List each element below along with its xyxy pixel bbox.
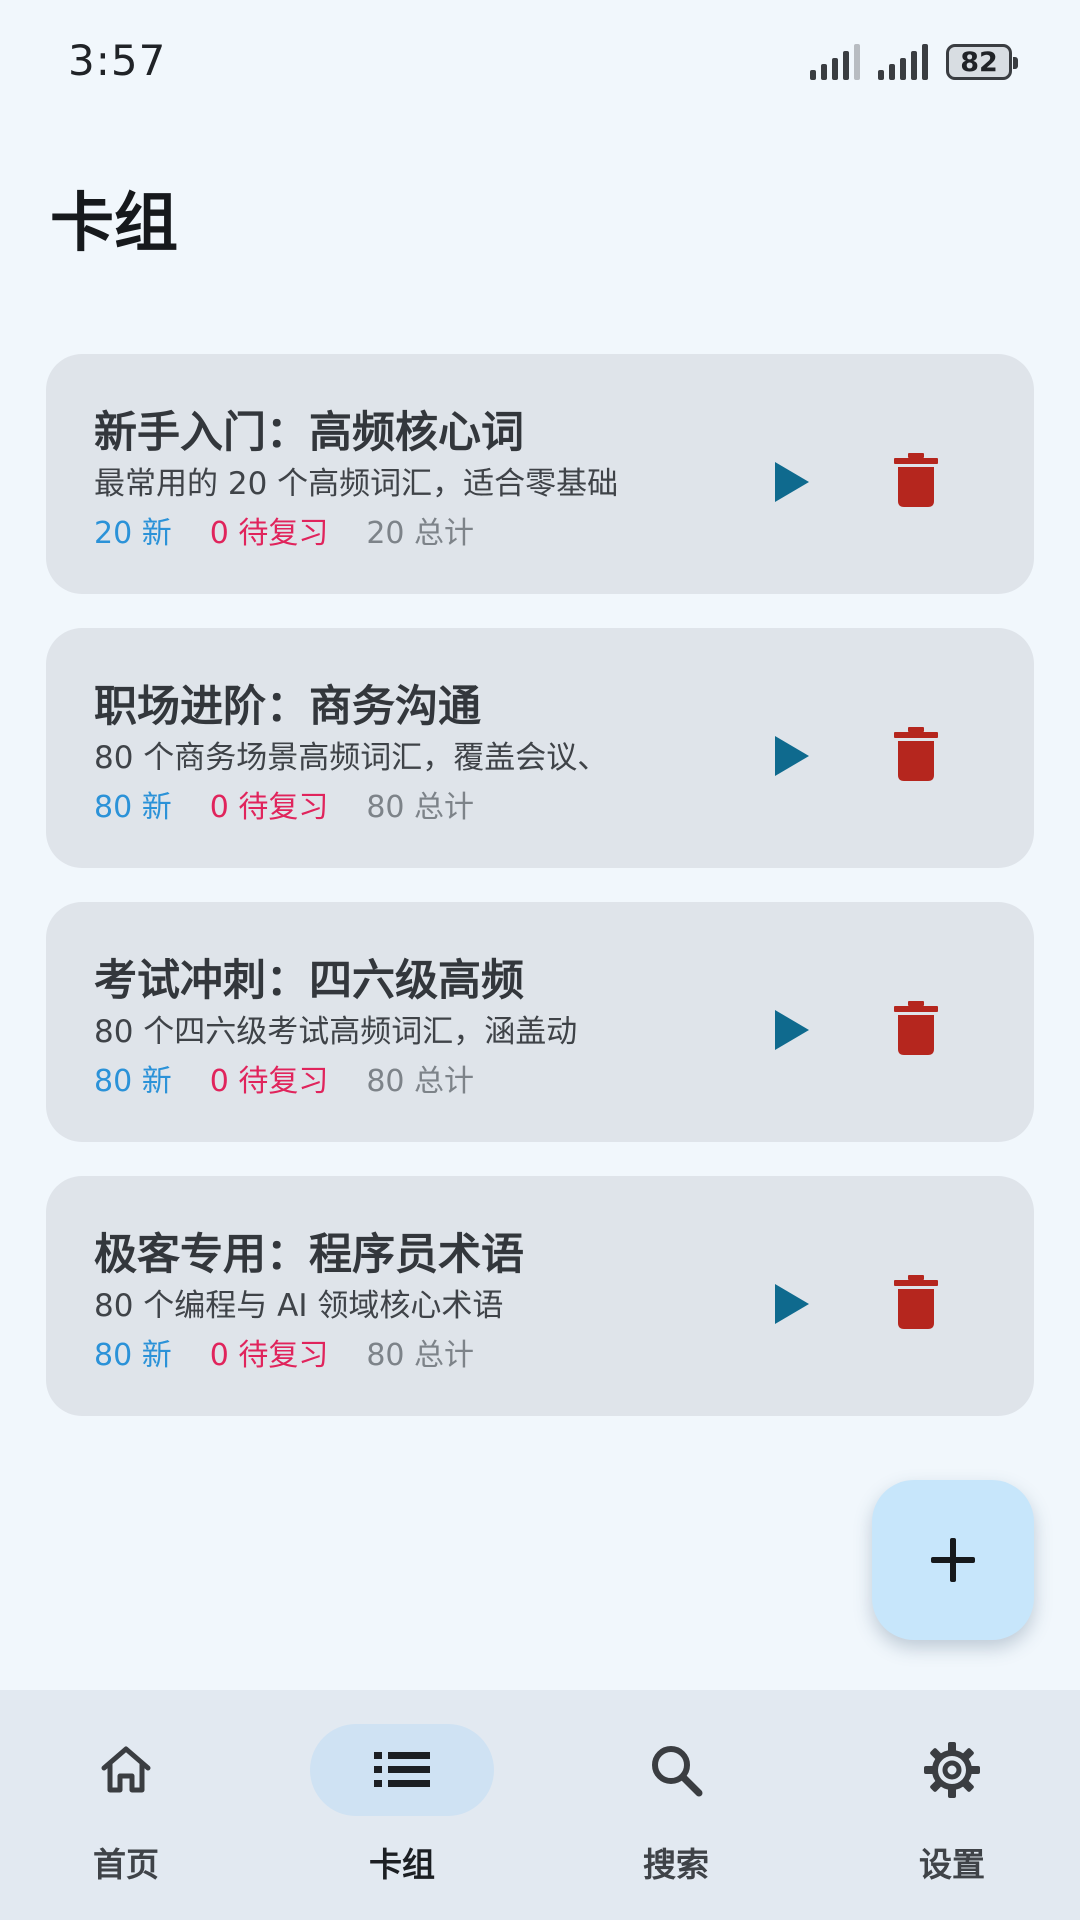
total-count: 20 总计 xyxy=(366,516,475,551)
nav-item-settings[interactable]: 设置 xyxy=(852,1724,1052,1894)
add-deck-button[interactable] xyxy=(872,1480,1034,1640)
status-icons: 82 xyxy=(810,40,1018,84)
total-count: 80 总计 xyxy=(366,1064,475,1099)
nav-label: 搜索 xyxy=(643,1845,709,1884)
deck-description: 80 个四六级考试高频词汇，涵盖动 xyxy=(94,1014,578,1050)
bottom-nav: 首页 卡组 搜索 设置 xyxy=(0,1690,1080,1920)
play-icon xyxy=(775,1010,809,1050)
deck-card[interactable]: 新手入门：高频核心词 最常用的 20 个高频词汇，适合零基础 20 新 0 待复… xyxy=(46,354,1034,594)
nav-item-decks[interactable]: 卡组 xyxy=(302,1724,502,1894)
play-button[interactable] xyxy=(762,726,822,786)
nav-item-home[interactable]: 首页 xyxy=(26,1724,226,1894)
nav-icon-container xyxy=(34,1724,218,1816)
screen: 3:57 82 卡组 新手入门：高频核心词 最常用的 20 个高频词汇，适合零基… xyxy=(0,0,1080,1920)
plus-icon xyxy=(931,1538,975,1582)
page-title: 卡组 xyxy=(50,187,178,261)
deck-description: 最常用的 20 个高频词汇，适合零基础 xyxy=(94,466,619,502)
search-icon xyxy=(652,1746,703,1797)
deck-title: 极客专用：程序员术语 xyxy=(94,1230,524,1280)
play-icon xyxy=(775,1284,809,1324)
battery-level: 82 xyxy=(960,46,998,78)
deck-card[interactable]: 职场进阶：商务沟通 80 个商务场景高频词汇，覆盖会议、 80 新 0 待复习 … xyxy=(46,628,1034,868)
deck-stats: 80 新 0 待复习 80 总计 xyxy=(94,1330,474,1374)
nav-icon-container xyxy=(310,1724,494,1816)
new-count: 80 新 xyxy=(94,790,172,825)
due-count: 0 待复习 xyxy=(209,790,329,825)
nav-item-search[interactable]: 搜索 xyxy=(576,1724,776,1894)
play-button[interactable] xyxy=(762,452,822,512)
signal-icon xyxy=(878,44,928,80)
nav-label: 设置 xyxy=(919,1845,985,1884)
deck-list: 新手入门：高频核心词 最常用的 20 个高频词汇，适合零基础 20 新 0 待复… xyxy=(46,354,1034,1450)
trash-icon xyxy=(894,727,938,781)
trash-icon xyxy=(894,453,938,507)
battery-icon: 82 xyxy=(946,44,1018,80)
delete-button[interactable] xyxy=(882,446,950,514)
home-icon xyxy=(101,1746,151,1793)
deck-description: 80 个编程与 AI 领域核心术语 xyxy=(94,1288,504,1324)
deck-card[interactable]: 极客专用：程序员术语 80 个编程与 AI 领域核心术语 80 新 0 待复习 … xyxy=(46,1176,1034,1416)
deck-title: 职场进阶：商务沟通 xyxy=(94,682,481,732)
play-button[interactable] xyxy=(762,1000,822,1060)
delete-button[interactable] xyxy=(882,994,950,1062)
nav-label: 首页 xyxy=(93,1845,159,1884)
trash-icon xyxy=(894,1001,938,1055)
play-icon xyxy=(775,462,809,502)
due-count: 0 待复习 xyxy=(209,1338,329,1373)
deck-stats: 80 新 0 待复习 80 总计 xyxy=(94,782,474,826)
nav-label: 卡组 xyxy=(369,1845,435,1884)
nav-icon-container xyxy=(584,1724,768,1816)
delete-button[interactable] xyxy=(882,720,950,788)
new-count: 20 新 xyxy=(94,516,172,551)
new-count: 80 新 xyxy=(94,1064,172,1099)
deck-description: 80 个商务场景高频词汇，覆盖会议、 xyxy=(94,740,609,776)
total-count: 80 总计 xyxy=(366,1338,475,1373)
due-count: 0 待复习 xyxy=(209,1064,329,1099)
list-icon xyxy=(374,1752,430,1787)
play-button[interactable] xyxy=(762,1274,822,1334)
delete-button[interactable] xyxy=(882,1268,950,1336)
nav-icon-container xyxy=(860,1724,1044,1816)
due-count: 0 待复习 xyxy=(209,516,329,551)
new-count: 80 新 xyxy=(94,1338,172,1373)
deck-stats: 20 新 0 待复习 20 总计 xyxy=(94,508,474,552)
deck-card[interactable]: 考试冲刺：四六级高频 80 个四六级考试高频词汇，涵盖动 80 新 0 待复习 … xyxy=(46,902,1034,1142)
deck-title: 考试冲刺：四六级高频 xyxy=(94,956,524,1006)
status-bar: 3:57 82 xyxy=(0,0,1080,130)
status-time: 3:57 xyxy=(68,36,167,85)
signal-icon xyxy=(810,44,860,80)
trash-icon xyxy=(894,1275,938,1329)
play-icon xyxy=(775,736,809,776)
deck-title: 新手入门：高频核心词 xyxy=(94,408,524,458)
total-count: 80 总计 xyxy=(366,790,475,825)
deck-stats: 80 新 0 待复习 80 总计 xyxy=(94,1056,474,1100)
gear-icon xyxy=(924,1742,980,1798)
